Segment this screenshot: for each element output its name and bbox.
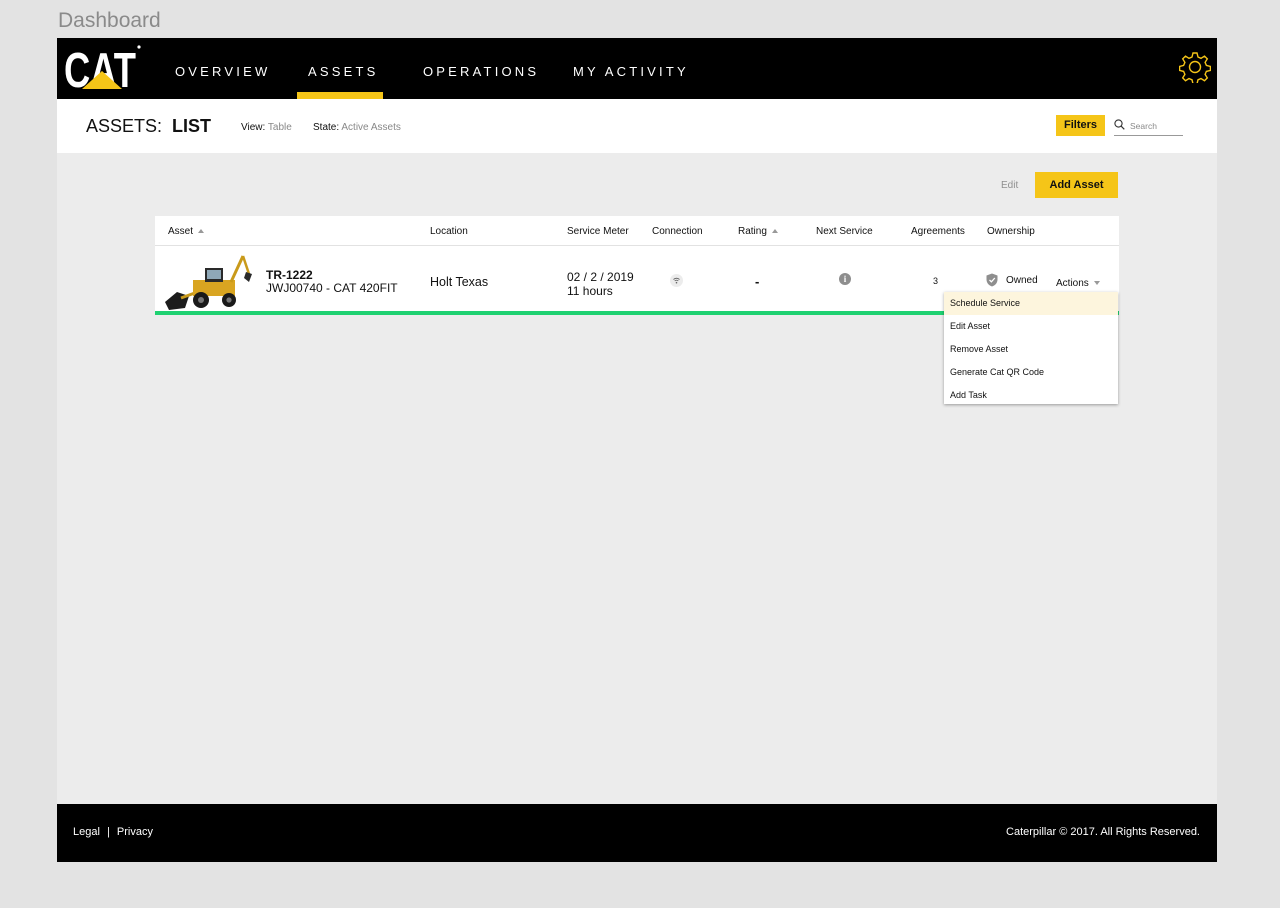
asset-thumbnail	[165, 255, 252, 310]
info-icon[interactable]: i	[839, 273, 851, 285]
search-icon	[1114, 119, 1125, 130]
actions-dropdown[interactable]: Actions	[1056, 278, 1100, 289]
gear-icon[interactable]	[1179, 51, 1211, 83]
column-location: Location	[430, 226, 468, 237]
menu-item-generate-qr[interactable]: Generate Cat QR Code	[944, 361, 1118, 384]
search-input[interactable]: Search	[1114, 116, 1183, 136]
column-ownership: Ownership	[987, 226, 1035, 237]
menu-item-add-task[interactable]: Add Task	[944, 384, 1118, 407]
column-service-meter: Service Meter	[567, 226, 629, 237]
service-date: 02 / 2 / 2019	[567, 270, 634, 284]
state-value: Active Assets	[341, 122, 401, 133]
shield-icon	[986, 273, 998, 287]
menu-item-edit-asset[interactable]: Edit Asset	[944, 315, 1118, 338]
menu-item-remove-asset[interactable]: Remove Asset	[944, 338, 1118, 361]
state-selector[interactable]: State: Active Assets	[313, 122, 401, 133]
view-value: Table	[267, 122, 292, 133]
agreements-count: 3	[933, 276, 939, 286]
wifi-icon	[670, 274, 683, 287]
nav-operations[interactable]: OPERATIONS	[423, 64, 539, 79]
dashboard-label: Dashboard	[58, 9, 161, 32]
privacy-link[interactable]: Privacy	[117, 826, 153, 838]
footer: Legal | Privacy Caterpillar © 2017. All …	[57, 804, 1217, 862]
sub-header: ASSETS: LIST View: Table State: Active A…	[57, 99, 1217, 153]
asset-location: Holt Texas	[430, 275, 489, 289]
nav-active-indicator	[297, 92, 383, 99]
footer-separator: |	[106, 826, 110, 838]
filters-button[interactable]: Filters	[1056, 115, 1105, 136]
nav-my-activity[interactable]: MY ACTIVITY	[573, 64, 689, 79]
ownership-status: Owned	[1006, 275, 1038, 286]
view-selector[interactable]: View: Table	[241, 122, 292, 133]
cat-logo[interactable]: CAT	[64, 44, 142, 92]
search-placeholder: Search	[1130, 121, 1157, 131]
nav-overview[interactable]: OVERVIEW	[175, 64, 270, 79]
column-connection: Connection	[652, 226, 703, 237]
edit-button[interactable]: Edit	[1001, 180, 1018, 191]
rating-value: -	[755, 274, 760, 289]
page-title-main: LIST	[172, 116, 212, 136]
asset-model: JWJ00740 - CAT 420FIT	[266, 281, 398, 295]
actions-menu: Schedule Service Edit Asset Remove Asset…	[944, 292, 1118, 404]
asset-id[interactable]: TR-1222	[266, 268, 313, 282]
state-label: State:	[313, 122, 340, 133]
add-asset-button[interactable]: Add Asset	[1035, 172, 1118, 198]
menu-item-schedule-service[interactable]: Schedule Service	[944, 292, 1118, 315]
app-frame: CAT OVERVIEW ASSETS OPERATIONS MY ACTIVI…	[57, 38, 1217, 862]
view-label: View:	[241, 122, 266, 133]
sort-caret-icon	[198, 229, 205, 233]
page-title-prefix: ASSETS:	[86, 116, 163, 136]
nav-assets[interactable]: ASSETS	[308, 64, 379, 79]
service-hours: 11 hours	[567, 284, 613, 298]
table-header: Asset Location Service Meter Connection …	[155, 216, 1119, 246]
footer-links: Legal | Privacy	[73, 826, 153, 838]
top-nav: CAT OVERVIEW ASSETS OPERATIONS MY ACTIVI…	[57, 38, 1217, 99]
column-rating[interactable]: Rating	[738, 226, 778, 237]
column-asset[interactable]: Asset	[168, 226, 205, 237]
sort-caret-icon	[771, 229, 778, 233]
legal-link[interactable]: Legal	[73, 826, 100, 838]
copyright-text: Caterpillar © 2017. All Rights Reserved.	[1006, 826, 1200, 838]
column-next-service: Next Service	[816, 226, 873, 237]
column-agreements: Agreements	[911, 226, 965, 237]
page-title: ASSETS: LIST	[86, 116, 211, 137]
chevron-down-icon	[1093, 281, 1100, 285]
